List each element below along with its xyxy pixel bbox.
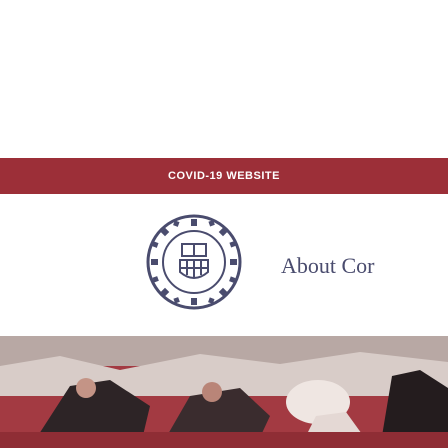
covid-website-link[interactable]: COVID-19 WEBSITE <box>168 170 280 182</box>
hero-photo-image <box>0 336 448 448</box>
university-seal-icon <box>146 214 242 310</box>
about-heading: About Cor <box>281 253 375 278</box>
covid-website-banner[interactable]: COVID-19 WEBSITE <box>0 158 448 194</box>
seal-center-emblem <box>179 243 209 279</box>
page: COVID-19 WEBSITE About Cor <box>0 0 448 448</box>
university-logo <box>144 212 244 312</box>
hero-photo <box>0 336 448 448</box>
